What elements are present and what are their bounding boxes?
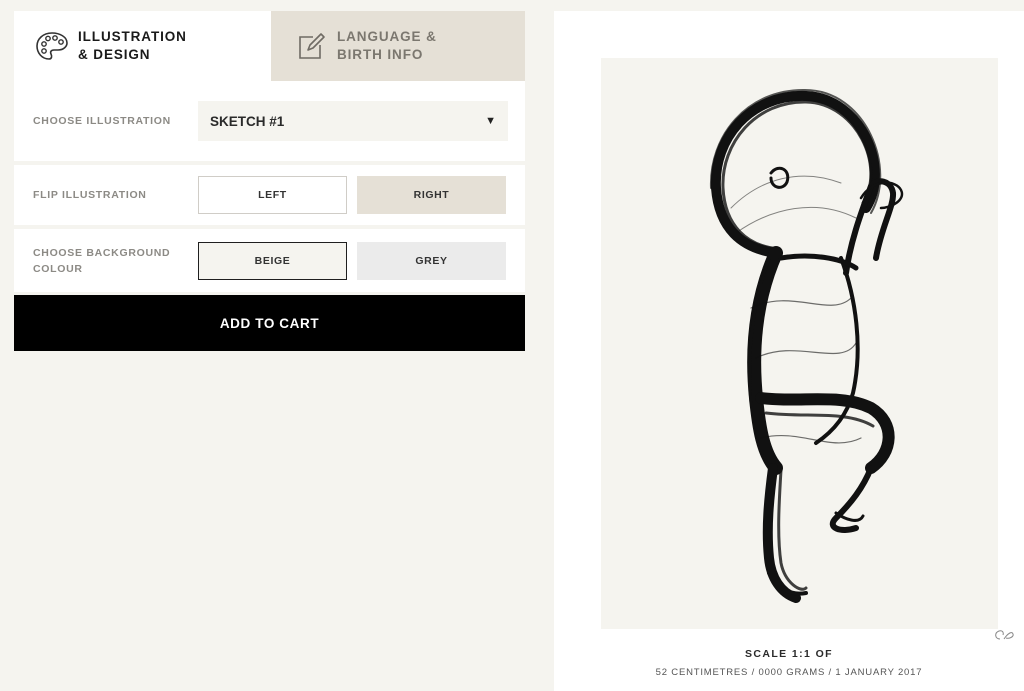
caret-down-icon: ▼	[485, 115, 496, 127]
product-options-panel: ILLUSTRATION & DESIGN LANGUAGE & BIRTH I…	[14, 11, 525, 351]
tab-label-line1: LANGUAGE &	[337, 29, 437, 44]
flip-illustration-label: FLIP ILLUSTRATION	[33, 189, 147, 201]
tab-label-line2: & DESIGN	[78, 47, 151, 62]
choose-background-label-line2: COLOUR	[33, 262, 83, 275]
tab-label: LANGUAGE & BIRTH INFO	[337, 28, 437, 64]
choose-background-label-line1: CHOOSE BACKGROUND	[33, 246, 171, 259]
poster-preview: SCALE 1:1 OF 52 CENTIMETRES / 0000 GRAMS…	[554, 11, 1024, 691]
illustration-option-row: CHOOSE ILLUSTRATION SKETCH #1 ▼	[14, 81, 525, 161]
tabs: ILLUSTRATION & DESIGN LANGUAGE & BIRTH I…	[14, 11, 525, 81]
flip-left-button[interactable]: LEFT	[198, 176, 347, 214]
baby-sketch-image	[709, 88, 904, 603]
background-beige-button[interactable]: BEIGE	[198, 241, 347, 280]
flip-option-row: FLIP ILLUSTRATION LEFT RIGHT	[14, 165, 525, 225]
tab-label: ILLUSTRATION & DESIGN	[78, 28, 187, 64]
tab-label-line2: BIRTH INFO	[337, 47, 424, 62]
scale-title: SCALE 1:1 OF	[745, 648, 833, 660]
tab-illustration-design[interactable]: ILLUSTRATION & DESIGN	[14, 11, 271, 81]
illustration-select[interactable]: SKETCH #1 ▼	[198, 101, 508, 141]
tab-language-birth-info[interactable]: LANGUAGE & BIRTH INFO	[271, 11, 525, 81]
birth-details-text: 52 CENTIMETRES / 0000 GRAMS / 1 JANUARY …	[655, 667, 923, 678]
choose-illustration-label: CHOOSE ILLUSTRATION	[33, 115, 171, 127]
background-option-row: CHOOSE BACKGROUND COLOUR BEIGE GREY	[14, 229, 525, 292]
flip-right-button[interactable]: RIGHT	[357, 176, 506, 214]
background-grey-button[interactable]: GREY	[357, 241, 506, 280]
illustration-select-value: SKETCH #1	[210, 113, 285, 129]
choose-background-label: CHOOSE BACKGROUND COLOUR	[33, 245, 198, 277]
sketch-illustration	[601, 58, 1014, 640]
add-to-cart-button[interactable]: ADD TO CART	[14, 295, 525, 351]
palette-icon	[34, 28, 70, 64]
edit-icon	[293, 28, 329, 64]
tab-label-line1: ILLUSTRATION	[78, 29, 187, 44]
